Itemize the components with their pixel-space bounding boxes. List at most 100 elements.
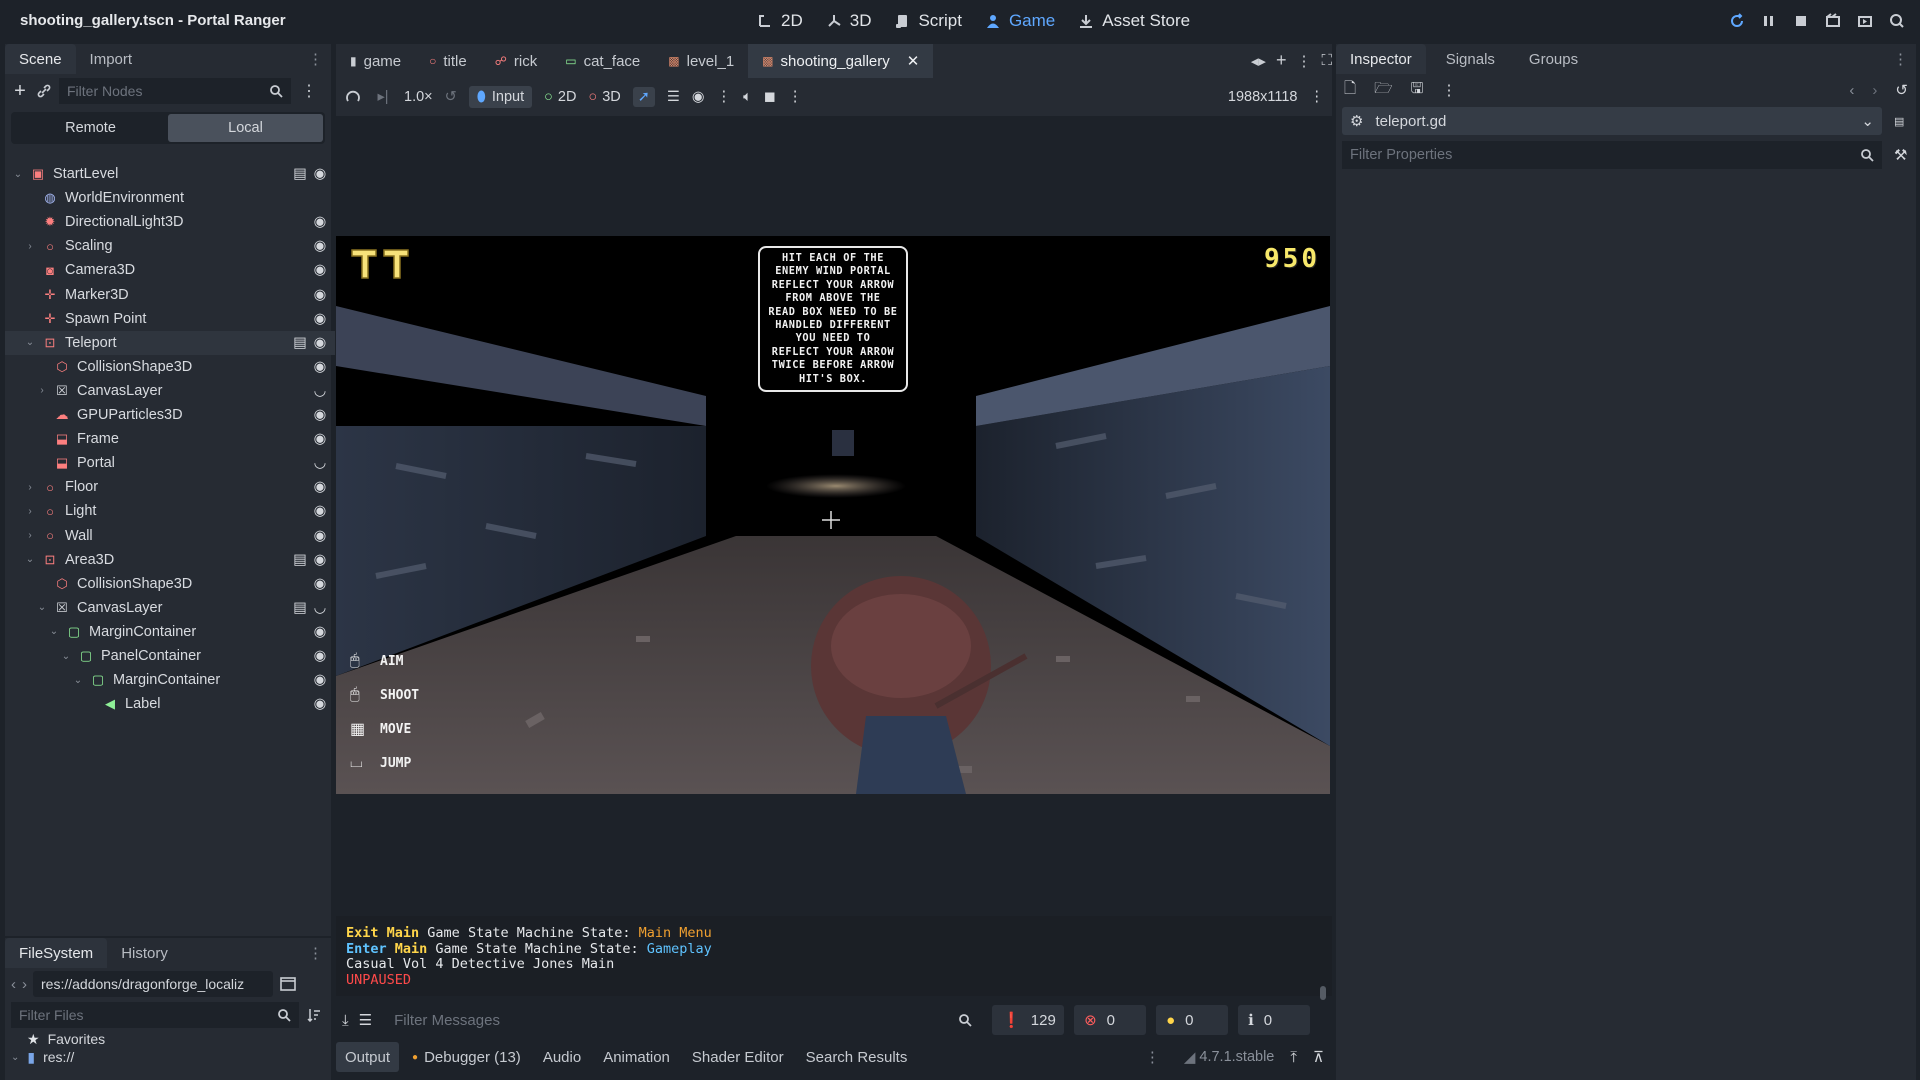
eye-open-icon[interactable]: ◉ xyxy=(311,647,329,665)
speaker-icon[interactable]: 🔈︎ xyxy=(743,89,752,105)
eye-open-icon[interactable]: ◉ xyxy=(311,286,329,304)
chevron-right-icon[interactable]: › xyxy=(35,385,49,396)
pause-icon[interactable] xyxy=(1760,12,1778,30)
editor-tab-rick[interactable]: ☍ rick xyxy=(481,44,551,78)
tab-search-results[interactable]: Search Results xyxy=(797,1042,917,1072)
eye-open-icon[interactable]: ◉ xyxy=(311,310,329,328)
script-icon[interactable]: ▤ xyxy=(291,334,309,352)
eye-open-icon[interactable]: ◉ xyxy=(311,695,329,713)
filesystem-menu-icon[interactable]: ⋮ xyxy=(308,944,323,962)
tab-signals[interactable]: Signals xyxy=(1432,44,1509,74)
tree-item-area3d[interactable]: ⌄ ⊡ Area3D ▤ ◉ xyxy=(5,548,335,572)
back-icon[interactable]: ‹ xyxy=(11,976,16,993)
filter-properties-field[interactable] xyxy=(1342,141,1882,169)
embed-icon[interactable] xyxy=(344,88,362,106)
tab-audio[interactable]: Audio xyxy=(534,1042,590,1072)
eye-closed-icon[interactable]: ◡ xyxy=(311,382,329,400)
tab-history[interactable]: History xyxy=(107,938,182,968)
path-field[interactable]: res://addons/dragonforge_localiz xyxy=(33,971,273,997)
chevron-right-icon[interactable]: › xyxy=(23,530,37,541)
chevron-down-icon[interactable]: ⌄ xyxy=(35,602,49,613)
tree-item-portal[interactable]: ⬓ Portal ◡ xyxy=(5,451,335,475)
tab-debugger[interactable]: ● Debugger (13) xyxy=(403,1042,530,1072)
main-screen-3d[interactable]: 3D xyxy=(825,0,871,42)
tab-output[interactable]: Output xyxy=(336,1042,400,1072)
scene-options-icon[interactable]: ⋮ xyxy=(301,81,317,101)
next-frame-icon[interactable]: ▸| xyxy=(374,88,392,106)
tree-item-label[interactable]: ◀ Label ◉ xyxy=(5,692,335,716)
main-screen-script[interactable]: Script xyxy=(893,0,962,42)
tab-animation[interactable]: Animation xyxy=(594,1042,679,1072)
object-history-icon[interactable]: ↺ xyxy=(1895,81,1908,99)
tree-item-margincontainer[interactable]: ⌄ ▢ MarginContainer ◉ xyxy=(5,620,335,644)
script-icon[interactable]: ▤ xyxy=(291,551,309,569)
script-icon[interactable]: ▤ xyxy=(291,599,309,617)
tree-item-gpuparticles3d[interactable]: ☁ GPUParticles3D ◉ xyxy=(5,403,335,427)
eye-icon[interactable]: ◉ xyxy=(692,89,705,105)
tree-item-collisionshape3d[interactable]: ⬡ CollisionShape3D ◉ xyxy=(5,572,335,596)
resource-menu-icon[interactable]: ⋮ xyxy=(1441,81,1456,99)
editor-tab-shooting_gallery[interactable]: ▩ shooting_gallery ✕ xyxy=(748,44,934,78)
expand-panel-icon[interactable]: ⤒ xyxy=(1290,1049,1297,1066)
editor-tab-title[interactable]: ○ title xyxy=(415,44,481,78)
reload-icon[interactable] xyxy=(1728,12,1746,30)
scroll-tabs-icon[interactable]: ◂▸ xyxy=(1251,52,1266,70)
filter-nodes-input[interactable] xyxy=(59,78,291,104)
tree-item-wall[interactable]: › ○ Wall ◉ xyxy=(5,524,335,548)
warning-count-toggle[interactable]: ● 0 xyxy=(1156,1005,1229,1035)
resource-selector[interactable]: ⚙ teleport.gd ⌄ xyxy=(1342,107,1882,135)
eye-open-icon[interactable]: ◉ xyxy=(311,575,329,593)
stop-icon[interactable] xyxy=(1792,12,1810,30)
input-mode-button[interactable]: ⬮ Input xyxy=(468,86,533,108)
more-options-icon[interactable]: ⋮ xyxy=(788,89,803,105)
eye-open-icon[interactable]: ◉ xyxy=(311,358,329,376)
eye-open-icon[interactable]: ◉ xyxy=(311,430,329,448)
run-scene-icon[interactable] xyxy=(1856,12,1874,30)
message-count-toggle[interactable]: ❗ 129 xyxy=(992,1005,1065,1035)
list-select-icon[interactable]: ☰ xyxy=(667,89,680,105)
chevron-right-icon[interactable]: › xyxy=(23,482,37,493)
filter-messages-input[interactable] xyxy=(382,1005,983,1035)
eye-closed-icon[interactable]: ◡ xyxy=(311,599,329,617)
remote-button[interactable]: Remote xyxy=(13,114,168,142)
eye-open-icon[interactable]: ◉ xyxy=(311,237,329,255)
pin-icon[interactable]: ⊼ xyxy=(1313,1048,1324,1066)
filter-properties-input[interactable] xyxy=(1342,141,1882,169)
editor-tab-game[interactable]: ▮ game xyxy=(336,44,415,78)
tab-import[interactable]: Import xyxy=(76,44,147,74)
log-scrollbar[interactable] xyxy=(1320,986,1326,1000)
version-label[interactable]: 4.7.1.stable xyxy=(1199,1049,1274,1065)
chevron-down-icon[interactable]: ⌄ xyxy=(23,337,37,348)
tree-item-spawn point[interactable]: ✛ Spawn Point ◉ xyxy=(5,307,335,331)
distraction-free-icon[interactable]: ⛶ xyxy=(1321,52,1332,69)
tree-item-scaling[interactable]: › ○ Scaling ◉ xyxy=(5,234,335,258)
chevron-right-icon[interactable]: › xyxy=(23,506,37,517)
new-resource-icon[interactable]: 🗋︎ xyxy=(1344,78,1356,103)
open-resource-icon[interactable]: 🗁︎ xyxy=(1374,78,1393,103)
eye-closed-icon[interactable]: ◡ xyxy=(311,454,329,472)
tree-item-frame[interactable]: ⬓ Frame ◉ xyxy=(5,427,335,451)
copy-output-icon[interactable]: ☰ xyxy=(359,1011,372,1029)
fs-item-res[interactable]: ⌄ ▮ res:// xyxy=(5,1048,331,1066)
movie-maker-icon[interactable] xyxy=(1824,12,1842,30)
tree-item-margincontainer[interactable]: ⌄ ▢ MarginContainer ◉ xyxy=(5,668,335,692)
tree-item-teleport[interactable]: ⌄ ⊡ Teleport ▤ ◉ xyxy=(5,330,335,355)
viewport-menu-icon[interactable]: ⋮ xyxy=(1310,89,1325,105)
tree-item-canvaslayer[interactable]: ⌄ ☒ CanvasLayer ▤ ◡ xyxy=(5,596,335,620)
eye-open-icon[interactable]: ◉ xyxy=(311,551,329,569)
main-screen-asset-store[interactable]: Asset Store xyxy=(1077,0,1190,42)
eye-open-icon[interactable]: ◉ xyxy=(311,334,329,352)
select-tool-icon[interactable]: ➚ xyxy=(632,87,655,107)
tree-item-worldenvironment[interactable]: ◍ WorldEnvironment xyxy=(5,186,335,210)
editor-tab-cat_face[interactable]: ▭ cat_face xyxy=(551,44,654,78)
tree-item-marker3d[interactable]: ✛ Marker3D ◉ xyxy=(5,283,335,307)
clear-output-icon[interactable]: ⤓ xyxy=(342,1012,349,1029)
history-back-icon[interactable]: ‹ xyxy=(1849,82,1854,99)
property-settings-icon[interactable]: ⚒ xyxy=(1894,146,1907,164)
link-icon[interactable] xyxy=(35,82,53,100)
eye-open-icon[interactable]: ◉ xyxy=(311,502,329,520)
filter-files-field[interactable] xyxy=(11,1002,299,1028)
chevron-down-icon[interactable]: ⌄ xyxy=(59,651,73,662)
add-node-icon[interactable]: + xyxy=(11,80,29,102)
tree-item-canvaslayer[interactable]: › ☒ CanvasLayer ◡ xyxy=(5,379,335,403)
